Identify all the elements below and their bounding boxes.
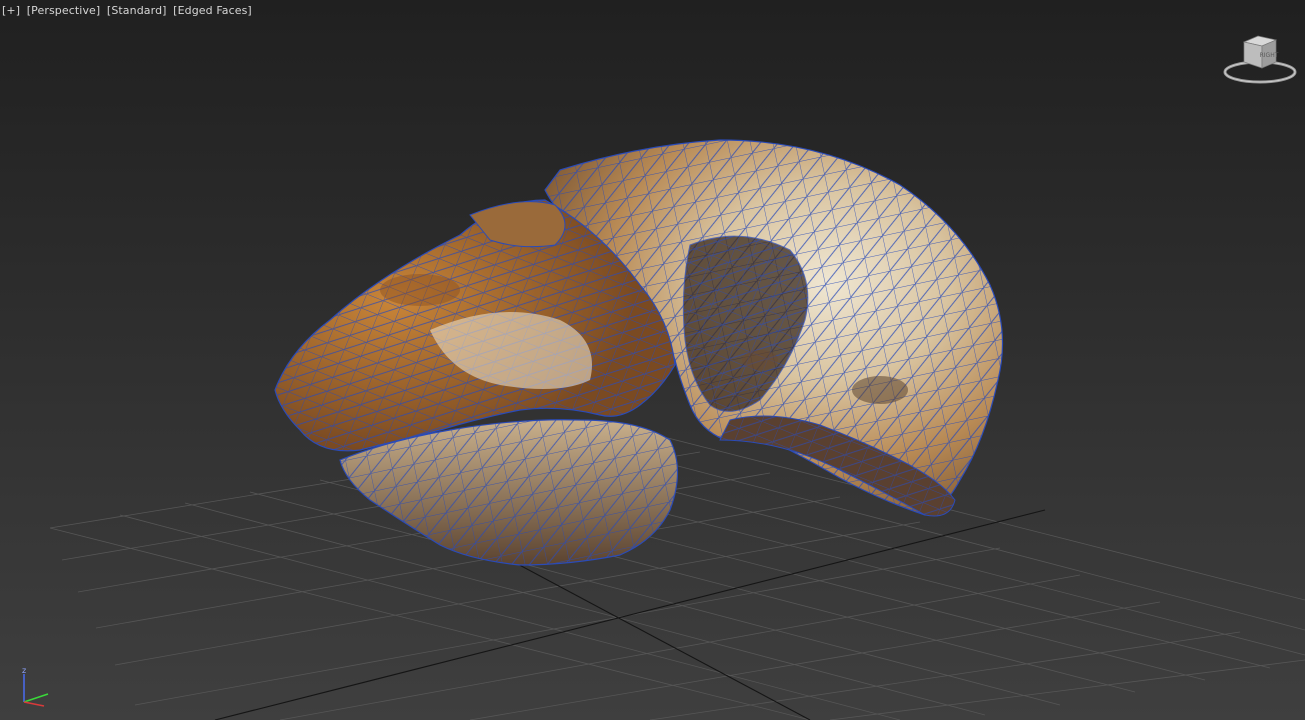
viewcube[interactable]: RIGHT — [1220, 30, 1300, 90]
viewport-shading-menu[interactable]: [Standard] — [107, 4, 167, 17]
axis-tripod-icon: z — [22, 666, 49, 707]
viewport-label-menu: [+] [Perspective] [Standard] [Edged Face… — [2, 4, 255, 17]
viewport-display-mode-menu[interactable]: [Edged Faces] — [173, 4, 252, 17]
perspective-viewport[interactable]: [+] [Perspective] [Standard] [Edged Face… — [0, 0, 1305, 720]
axis-z-label: z — [22, 666, 26, 675]
viewcube-face-label: RIGHT — [1260, 52, 1279, 59]
axis-tripod: z — [14, 664, 60, 710]
viewport-point-of-view-menu[interactable]: [Perspective] — [27, 4, 101, 17]
viewcube-icon: RIGHT — [1223, 35, 1297, 84]
viewport-general-menu[interactable]: [+] — [2, 4, 20, 17]
scene-canvas[interactable] — [0, 0, 1305, 720]
skull-mesh[interactable] — [274, 139, 1004, 566]
